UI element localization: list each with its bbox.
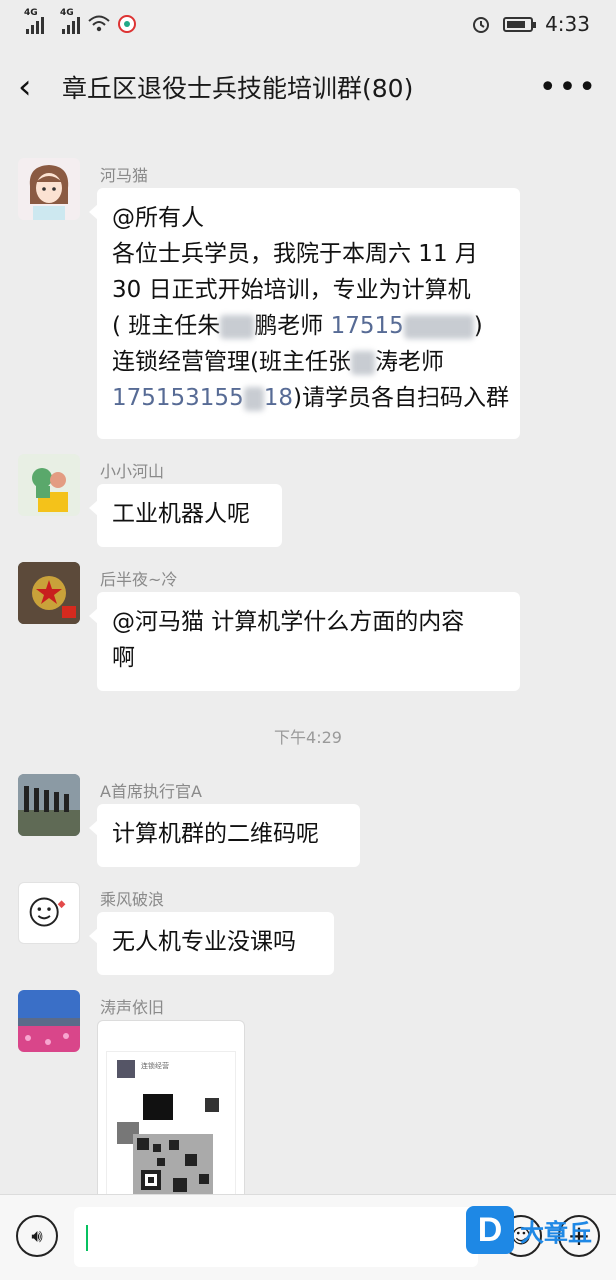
message-bubble[interactable]: @所有人 各位士兵学员，我院于本周六 11 月 30 日正式开始培训，专业为计算… (89, 188, 520, 439)
message-bubble[interactable]: 工业机器人呢 (89, 484, 282, 547)
message-line: 各位士兵学员，我院于本周六 11 月 (112, 241, 478, 267)
sender-name: 涛声依旧 (100, 998, 165, 1017)
avatar[interactable] (18, 158, 80, 220)
message-text: 连锁经营管理(班主任张 (112, 349, 351, 375)
message-line: 175153155 18)请学员各自扫码入群 (112, 380, 509, 416)
qr-card: 连锁经营 (106, 1051, 236, 1194)
status-time: 4:33 (545, 12, 590, 36)
redacted-mask (403, 314, 474, 339)
message-text: 涛老师 (374, 349, 444, 375)
avatar[interactable] (18, 774, 80, 836)
more-icon[interactable]: ••• (539, 70, 598, 105)
voice-icon[interactable]: 🔊︎ (16, 1215, 58, 1257)
qr-code-icon (117, 1094, 219, 1194)
message-line: 30 日正式开始培训，专业为计算机 (112, 277, 471, 303)
phone-link[interactable]: 18 (264, 385, 293, 411)
chat-header: ‹ 章丘区退役士兵技能培训群(80) ••• (0, 48, 616, 126)
sender-name: 后半夜~冷 (100, 570, 178, 589)
message-input[interactable] (74, 1207, 478, 1267)
message-text: ( 班主任朱 (112, 313, 221, 339)
avatar[interactable] (18, 990, 80, 1052)
redacted-mask (243, 386, 264, 411)
status-left: 4G 4G (24, 8, 136, 34)
message-text: 鹏老师 (254, 313, 331, 339)
message-line: 连锁经营管理(班主任张 涛老师 (112, 344, 505, 380)
group-avatar-icon (117, 1060, 135, 1078)
chat-area[interactable]: 河马猫 @所有人 各位士兵学员，我院于本周六 11 月 30 日正式开始培训，专… (0, 126, 616, 1194)
message-text: 工业机器人呢 (112, 501, 250, 527)
message-bubble[interactable]: 计算机群的二维码呢 (89, 804, 360, 867)
sender-name: 乘风破浪 (100, 890, 165, 909)
app-notification-icon (118, 15, 136, 33)
avatar[interactable] (18, 882, 80, 944)
alarm-icon (473, 17, 490, 33)
sender-name: 小小河山 (100, 462, 165, 481)
message-text: 计算机群的二维码呢 (112, 821, 319, 847)
network-type-1: 4G (24, 8, 38, 18)
message-text: ) (473, 313, 483, 339)
sender-name: A首席执行官A (100, 782, 202, 801)
message-text: 无人机专业没课吗 (112, 929, 296, 955)
message-text: )请学员各自扫码入群 (292, 385, 509, 411)
battery-icon (503, 16, 537, 32)
watermark-logo: D (466, 1206, 514, 1254)
sender-name: 河马猫 (100, 166, 149, 185)
image-message[interactable]: 连锁经营 (97, 1020, 245, 1194)
avatar[interactable] (18, 454, 80, 516)
status-right: 4:33 (471, 12, 590, 36)
message-bubble[interactable]: @河马猫 计算机学什么方面的内容 啊 (89, 592, 520, 691)
signal-icon-2: 4G (60, 8, 80, 34)
status-bar: 4G 4G 4:33 (0, 0, 616, 48)
message-line: ( 班主任朱 鹏老师 17515) (112, 308, 505, 344)
phone-link[interactable]: 175153155 (112, 385, 244, 411)
avatar[interactable] (18, 562, 80, 624)
message-line: 啊 (112, 645, 135, 671)
message-bubble[interactable]: 无人机专业没课吗 (89, 912, 334, 975)
redacted-mask (220, 314, 255, 339)
chat-title: 章丘区退役士兵技能培训群(80) (62, 74, 414, 103)
watermark: D 大章丘 (466, 1206, 592, 1254)
network-type-2: 4G (60, 8, 74, 18)
qr-caption: 连锁经营 (141, 1062, 169, 1070)
message-line: @河马猫 计算机学什么方面的内容 (112, 609, 465, 635)
signal-icon-1: 4G (24, 8, 44, 34)
redacted-mask (350, 350, 375, 375)
text-caret (86, 1225, 88, 1251)
phone-link[interactable]: 17515 (331, 313, 404, 339)
timestamp: 下午4:29 (274, 728, 342, 747)
wifi-icon (88, 15, 110, 32)
message-line: @所有人 (112, 205, 204, 231)
watermark-text: 大章丘 (520, 1218, 592, 1247)
back-icon[interactable]: ‹ (18, 67, 58, 107)
